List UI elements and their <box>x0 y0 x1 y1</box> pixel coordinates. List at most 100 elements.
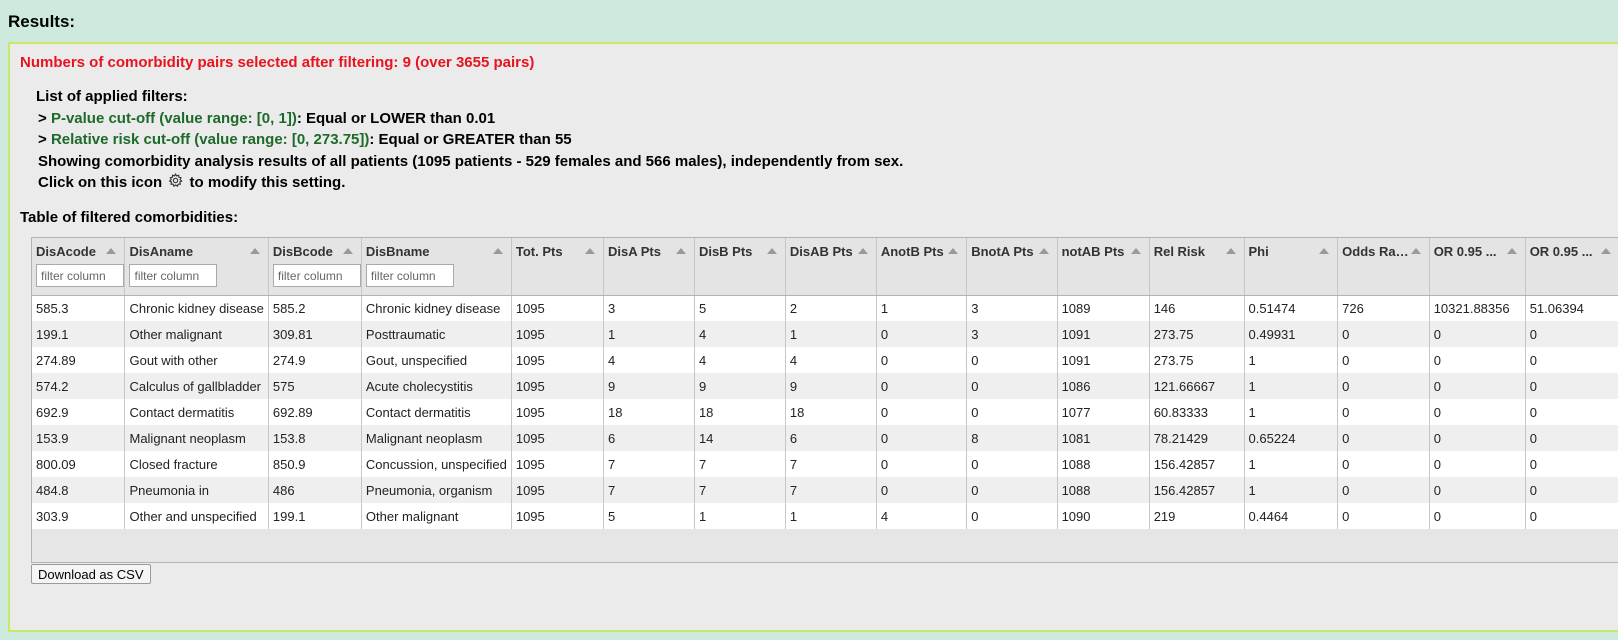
column-header[interactable]: AnotB Pts <box>876 238 968 296</box>
table-cell: 0 <box>1525 347 1618 373</box>
column-header[interactable]: DisBname <box>361 238 512 296</box>
column-header[interactable]: Tot. Pts <box>511 238 604 296</box>
column-filter-input[interactable] <box>129 264 218 287</box>
table-cell: 0 <box>876 321 968 347</box>
table-cell: 0 <box>1337 451 1430 477</box>
column-header-label: DisAB Pts <box>789 244 853 259</box>
gear-icon[interactable] <box>168 173 184 195</box>
table-row[interactable]: 484.8 Pneumonia in 486 Pneumonia, organism 1… <box>32 477 1618 503</box>
column-header[interactable]: DisB Pts <box>694 238 786 296</box>
filter-prefix: > <box>38 109 51 127</box>
sort-ascending-icon[interactable] <box>766 248 777 254</box>
table-row[interactable]: 692.9 Contact dermatitis 692.89 Contact der… <box>32 399 1618 425</box>
table-cell: 4 <box>876 503 968 529</box>
table-cell: 7 <box>603 451 695 477</box>
sort-ascending-icon[interactable] <box>675 248 686 254</box>
table-cell: 1 <box>1244 399 1339 425</box>
table-cell: 4 <box>694 321 786 347</box>
table-row[interactable]: 585.3 Chronic kidney disease 585.2 Chronic … <box>32 295 1618 321</box>
table-cell: 0 <box>1525 451 1618 477</box>
sort-ascending-icon[interactable] <box>1601 248 1611 254</box>
table-cell: 60.83333 <box>1149 399 1245 425</box>
sort-ascending-icon[interactable] <box>249 248 260 254</box>
column-header[interactable]: OR 0.95 ... <box>1525 238 1618 296</box>
table-row[interactable]: 199.1 Other malignant 309.81 Posttraumatic 1… <box>32 321 1618 347</box>
column-header[interactable]: DisA Pts <box>603 238 695 296</box>
sort-ascending-icon[interactable] <box>1225 248 1236 254</box>
sort-ascending-icon[interactable] <box>492 248 503 254</box>
table-cell: 0.65224 <box>1244 425 1339 451</box>
table-cell: 7 <box>785 451 877 477</box>
table-cell: 7 <box>694 477 786 503</box>
column-header[interactable]: OR 0.95 ... <box>1429 238 1526 296</box>
column-header[interactable]: notAB Pts <box>1057 238 1150 296</box>
filter-item-pvalue: > P-value cut-off (value range: [0, 1]):… <box>36 108 903 130</box>
table-cell: Chronic kidney disease <box>124 295 269 321</box>
filter-condition: : Equal or LOWER than 0.01 <box>296 109 496 127</box>
table-body: 585.3 Chronic kidney disease 585.2 Chronic … <box>32 295 1618 529</box>
sort-ascending-icon[interactable] <box>342 248 353 254</box>
column-filter-input[interactable] <box>272 264 361 287</box>
column-header[interactable]: Rel Risk <box>1149 238 1245 296</box>
sort-ascending-icon[interactable] <box>1038 248 1049 254</box>
table-cell: Calculus of gallbladder <box>124 373 269 399</box>
table-cell: 0 <box>1337 425 1430 451</box>
column-filter-input[interactable] <box>365 264 454 287</box>
sort-ascending-icon[interactable] <box>1130 248 1141 254</box>
column-filter-input[interactable] <box>36 264 124 287</box>
table-cell: 10321.88356 <box>1429 295 1526 321</box>
table-cell: Posttraumatic <box>361 321 512 347</box>
table-row[interactable]: 303.9 Other and unspecified 199.1 Other mal… <box>32 503 1618 529</box>
table-cell: 0 <box>1337 321 1430 347</box>
table-cell: 0 <box>876 373 968 399</box>
table-row[interactable]: 274.89 Gout with other 274.9 Gout, unspecif… <box>32 347 1618 373</box>
table-row[interactable]: 153.9 Malignant neoplasm 153.8 Malignant ne… <box>32 425 1618 451</box>
table-cell: 18 <box>694 399 786 425</box>
table-cell: 51.06394 <box>1525 295 1618 321</box>
sort-ascending-icon[interactable] <box>1319 248 1330 254</box>
table-cell: 0 <box>1525 425 1618 451</box>
column-header[interactable]: DisAB Pts <box>785 238 877 296</box>
comorbidity-grid[interactable]: DisAcode DisAname DisBcode DisBname Tot. Pts… <box>31 237 1618 563</box>
header-row: DisAcode DisAname DisBcode DisBname Tot. Pts… <box>32 238 1618 296</box>
sort-ascending-icon[interactable] <box>1506 248 1517 254</box>
filter-prefix: > <box>38 131 51 148</box>
column-header-label: Phi <box>1248 244 1269 259</box>
results-panel: Numbers of comorbidity pairs selected af… <box>8 42 1618 632</box>
sort-ascending-icon[interactable] <box>857 248 868 254</box>
sort-ascending-icon[interactable] <box>1410 248 1421 254</box>
table-cell: 18 <box>785 399 877 425</box>
table-cell: 0.4464 <box>1244 503 1339 529</box>
table-row[interactable]: 800.09 Closed fracture 850.9 Concussion, un… <box>32 451 1618 477</box>
table-cell: 0 <box>966 477 1058 503</box>
sort-ascending-icon[interactable] <box>584 248 595 254</box>
table-cell: 1 <box>603 321 695 347</box>
column-header[interactable]: DisAcode <box>32 238 126 296</box>
table-cell: Contact dermatitis <box>124 399 269 425</box>
comorbidity-table: DisAcode DisAname DisBcode DisBname Tot. Pts… <box>32 238 1618 529</box>
table-cell: 0 <box>1429 503 1526 529</box>
column-header[interactable]: DisAname <box>124 238 269 296</box>
column-header[interactable]: BnotA Pts <box>966 238 1058 296</box>
table-cell: 153.8 <box>268 425 362 451</box>
table-cell: 585.2 <box>268 295 362 321</box>
table-cell: 484.8 <box>32 477 126 503</box>
column-header-label: Tot. Pts <box>515 244 563 259</box>
table-cell: 1081 <box>1057 425 1150 451</box>
table-cell: 18 <box>603 399 695 425</box>
sort-ascending-icon[interactable] <box>106 248 117 254</box>
table-cell: 9 <box>785 373 877 399</box>
column-header[interactable]: Phi <box>1244 238 1339 296</box>
sort-ascending-icon[interactable] <box>948 248 959 254</box>
table-cell: 0 <box>876 425 968 451</box>
table-cell: 0 <box>1337 373 1430 399</box>
table-cell: 0 <box>1337 347 1430 373</box>
table-cell: Pneumonia in <box>124 477 269 503</box>
column-header[interactable]: DisBcode <box>268 238 362 296</box>
table-row[interactable]: 574.2 Calculus of gallbladder 575 Acute cho… <box>32 373 1618 399</box>
table-cell: 0 <box>966 451 1058 477</box>
table-cell: 14 <box>694 425 786 451</box>
table-cell: 1 <box>1244 451 1339 477</box>
download-csv-button[interactable]: Download as CSV <box>31 564 151 584</box>
column-header[interactable]: Odds Ratio <box>1337 238 1430 296</box>
